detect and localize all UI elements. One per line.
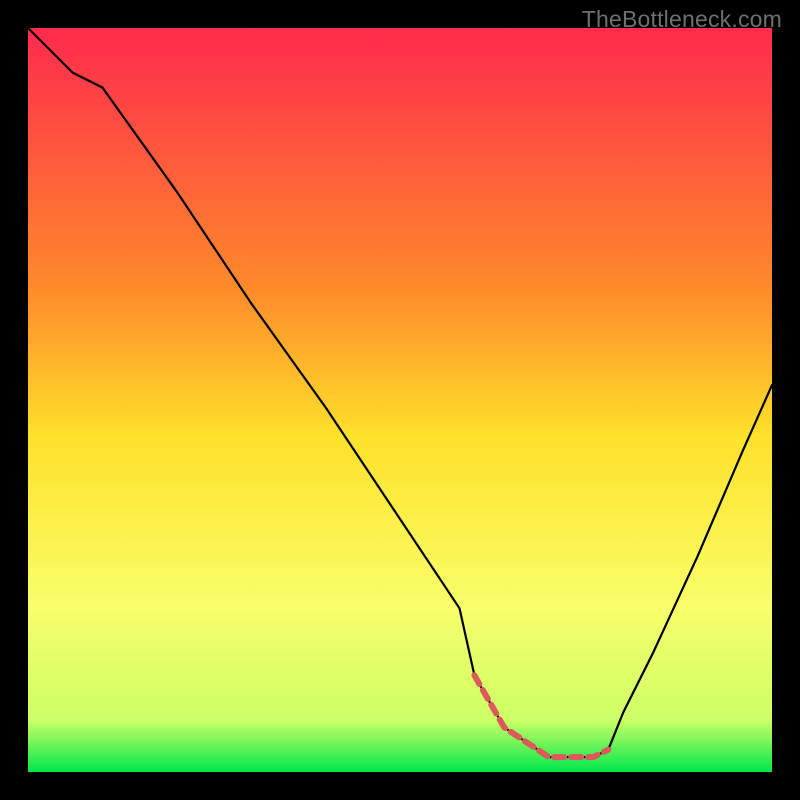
chart-svg bbox=[28, 28, 772, 772]
plot-area bbox=[28, 28, 772, 772]
chart-frame: TheBottleneck.com bbox=[0, 0, 800, 800]
watermark-text: TheBottleneck.com bbox=[582, 6, 782, 33]
